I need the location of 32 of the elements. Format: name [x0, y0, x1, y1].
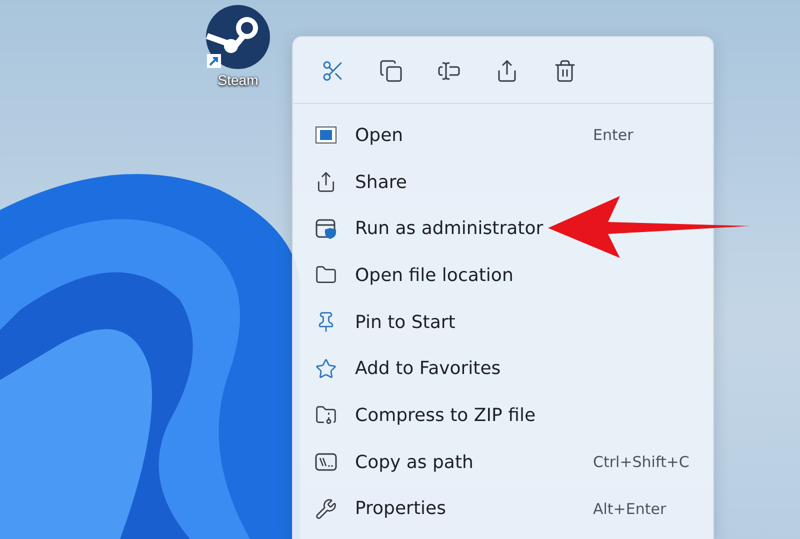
shortcut-text: Enter	[593, 126, 634, 144]
menu-item-label: Share	[355, 172, 408, 193]
menu-item-label: Compress to ZIP file	[355, 404, 537, 426]
shortcut-text: Ctrl+Shift+C	[593, 453, 690, 472]
shield-window-icon	[315, 218, 337, 240]
menu-item[interactable]: Copy as path Ctrl+Shift+C	[293, 438, 713, 486]
menu-item[interactable]: Open file location	[293, 252, 713, 299]
menu-item[interactable]: Properties Alt+Enter	[293, 486, 713, 532]
menu-item[interactable]: Run as administrator	[293, 205, 713, 252]
menu-item-label: Add to Favorites	[355, 358, 502, 380]
menu-item-label: Run as administrator	[355, 218, 544, 240]
menu-item[interactable]: Share	[293, 158, 713, 206]
path-icon	[315, 453, 337, 472]
window-icon	[315, 126, 337, 144]
menu-item[interactable]: Pin to Start	[293, 298, 713, 346]
zip-folder-icon	[315, 404, 337, 426]
menu-item-label: Properties	[355, 498, 447, 520]
menu-item[interactable]: Add to Favorites	[293, 345, 713, 392]
menu-item[interactable]: Open Enter	[293, 112, 713, 159]
menu-item-label: Open	[355, 124, 404, 146]
star-icon	[315, 358, 337, 380]
share-icon	[315, 171, 337, 194]
menu-item[interactable]: Compress to ZIP file	[293, 392, 713, 439]
steam-logo-icon	[205, 4, 271, 70]
menu-item-label: Open file location	[355, 264, 514, 286]
shortcut-text: Alt+Enter	[593, 500, 668, 518]
delete-icon	[553, 59, 577, 83]
desktop-icon-label: Steam	[218, 72, 258, 88]
menu-item-label: Pin to Start	[355, 312, 456, 333]
copy-icon	[379, 59, 403, 83]
menu-item-label: Copy as path	[355, 452, 474, 473]
wrench-icon	[315, 498, 337, 520]
